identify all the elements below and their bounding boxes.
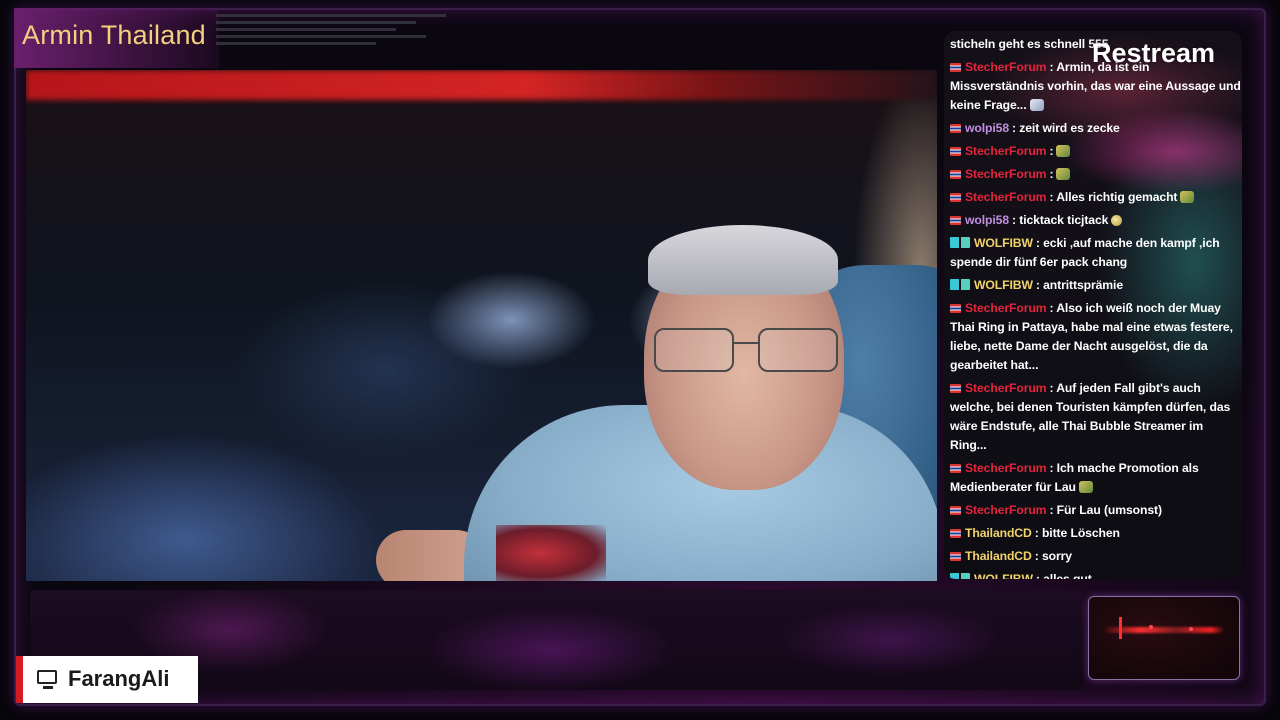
chat-username[interactable]: StecherForum xyxy=(965,461,1047,475)
platform-badge-icon xyxy=(950,573,970,579)
flag-badge-icon xyxy=(950,193,961,202)
flag-badge-icon xyxy=(950,216,961,225)
platform-badge-icon xyxy=(950,279,970,290)
chat-message: WOLFIBW: ecki ,auf mache den kampf ,ich … xyxy=(950,234,1242,272)
flag-badge-icon xyxy=(950,506,961,515)
chat-username[interactable]: StecherForum xyxy=(965,190,1047,204)
shirt-print xyxy=(496,525,606,581)
flag-badge-icon xyxy=(950,384,961,393)
flag-badge-icon xyxy=(950,529,961,538)
chat-text: : bitte Löschen xyxy=(1034,526,1120,540)
chat-message: StecherForum: xyxy=(950,165,1242,184)
chat-username[interactable]: StecherForum xyxy=(965,60,1047,74)
restream-watermark: Restream xyxy=(1092,38,1216,68)
chat-username[interactable]: StecherForum xyxy=(965,167,1047,181)
chat-list: sticheln geht es schnell 555 StecherForum… xyxy=(950,35,1242,579)
chat-text: : antrittsprämie xyxy=(1035,278,1123,292)
chat-message: ThailandCD: sorry xyxy=(950,547,1242,566)
flag-badge-icon xyxy=(950,170,961,179)
chat-message: StecherForum: Also ich weiß noch der Mua… xyxy=(950,299,1242,375)
person-hair xyxy=(648,225,838,295)
credit-box: FarangAli xyxy=(16,656,198,703)
chat-message: WOLFIBW: alles gut xyxy=(950,570,1242,579)
background-red-light xyxy=(26,70,937,100)
chat-username[interactable]: WOLFIBW xyxy=(974,572,1033,579)
credit-label: FarangAli xyxy=(68,666,170,691)
flag-badge-icon xyxy=(950,124,961,133)
chat-message: wolpi58: zeit wird es zecke xyxy=(950,119,1242,138)
chat-text: : xyxy=(1049,167,1054,181)
chat-message: StecherForum: Auf jeden Fall gibt's auch… xyxy=(950,379,1242,455)
chat-message: StecherForum: xyxy=(950,142,1242,161)
chat-text: : alles gut xyxy=(1035,572,1092,579)
chat-panel[interactable]: sticheln geht es schnell 555 StecherForum… xyxy=(944,31,1242,579)
decorative-stripes xyxy=(216,14,456,58)
emoji-icon xyxy=(1029,99,1044,111)
chat-username[interactable]: StecherForum xyxy=(965,381,1047,395)
monitor-stand xyxy=(43,686,53,689)
chat-message: ThailandCD: bitte Löschen xyxy=(950,524,1242,543)
chat-username[interactable]: wolpi58 xyxy=(965,121,1009,135)
chat-message: StecherForum: Alles richtig gemacht xyxy=(950,188,1242,207)
chat-message: WOLFIBW: antrittsprämie xyxy=(950,276,1242,295)
mini-audio-monitor xyxy=(1088,596,1240,680)
chat-username[interactable]: ThailandCD xyxy=(965,526,1032,540)
chat-message: StecherForum: Für Lau (umsonst) xyxy=(950,501,1242,520)
chat-message: StecherForum: Ich mache Promotion als Me… xyxy=(950,459,1242,497)
platform-badge-icon xyxy=(950,237,970,248)
emoji-icon xyxy=(1056,145,1071,157)
flag-badge-icon xyxy=(950,464,961,473)
emoji-icon xyxy=(1056,168,1071,180)
flag-badge-icon xyxy=(950,147,961,156)
glasses xyxy=(654,328,840,374)
channel-title: Armin Thailand xyxy=(22,20,206,50)
flag-badge-icon xyxy=(950,552,961,561)
chat-username[interactable]: StecherForum xyxy=(965,301,1047,315)
flag-badge-icon xyxy=(950,63,961,72)
chat-username[interactable]: WOLFIBW xyxy=(974,278,1033,292)
monitor-icon xyxy=(37,670,57,684)
chat-username[interactable]: WOLFIBW xyxy=(974,236,1033,250)
chat-text: sticheln geht es schnell 555 xyxy=(950,37,1109,51)
chat-username[interactable]: StecherForum xyxy=(965,144,1047,158)
chat-text: : Für Lau (umsonst) xyxy=(1049,503,1162,517)
chat-username[interactable]: wolpi58 xyxy=(965,213,1009,227)
chat-text: : zeit wird es zecke xyxy=(1012,121,1120,135)
chat-message: wolpi58: ticktack ticjtack xyxy=(950,211,1242,230)
emoji-icon xyxy=(1078,481,1093,493)
chat-text: : ticktack ticjtack xyxy=(1012,213,1109,227)
chat-text: : sorry xyxy=(1034,549,1072,563)
chat-username[interactable]: StecherForum xyxy=(965,503,1047,517)
flag-badge-icon xyxy=(950,304,961,313)
chat-username[interactable]: ThailandCD xyxy=(965,549,1032,563)
video-feed[interactable] xyxy=(26,70,937,581)
emoji-icon xyxy=(1111,215,1123,226)
chat-text: : Alles richtig gemacht xyxy=(1049,190,1178,204)
emoji-icon xyxy=(1180,191,1195,203)
chat-text: : xyxy=(1049,144,1054,158)
